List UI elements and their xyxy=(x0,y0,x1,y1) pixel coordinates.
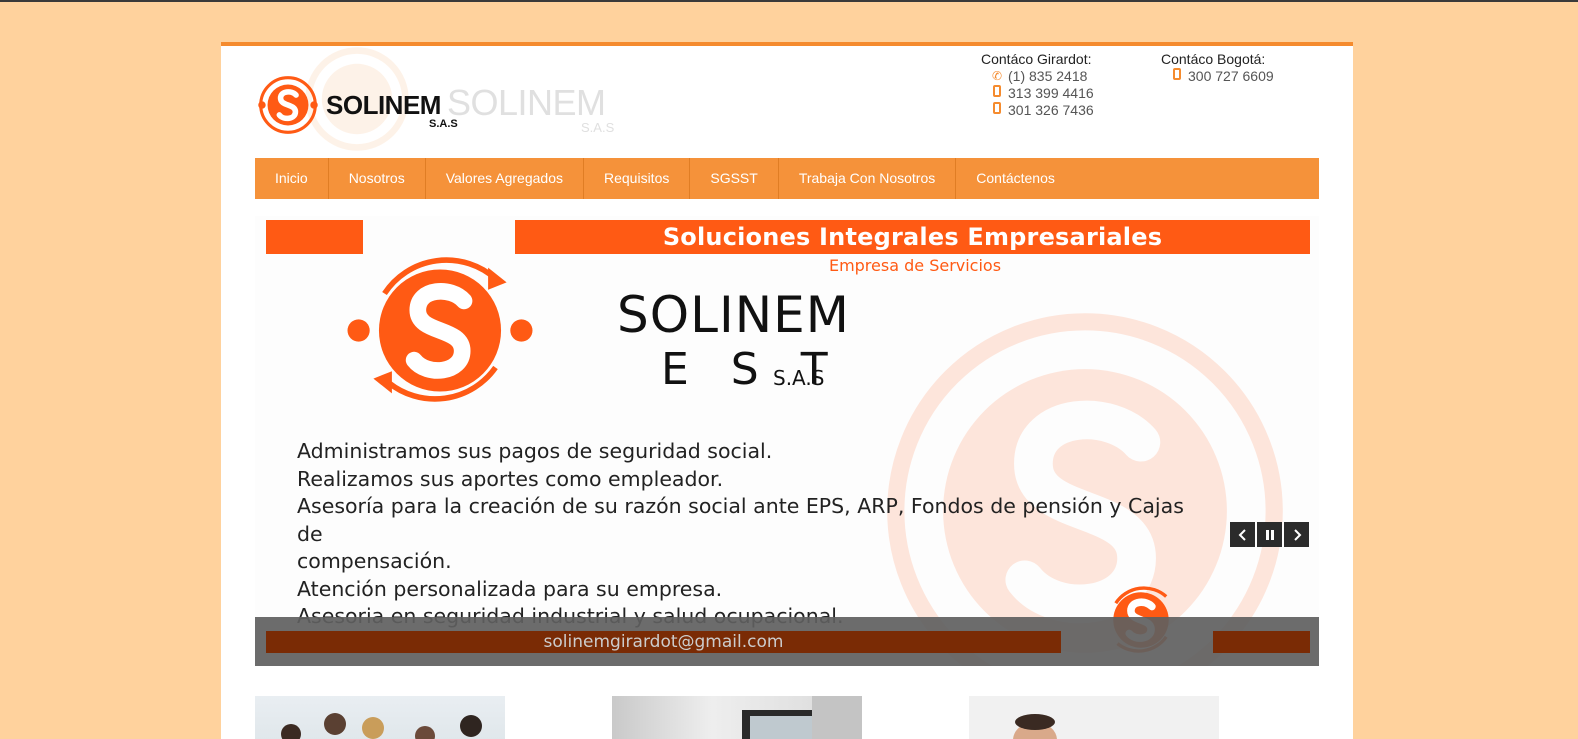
site-logo[interactable]: SOLINEM S.A.S SOLINEM S.A.S xyxy=(257,47,627,151)
feature-thumbnail-office[interactable] xyxy=(612,696,862,739)
logo-name: SOLINEM xyxy=(326,90,441,120)
contact-title: Contáco Bogotá: xyxy=(1161,51,1266,67)
phone-icon: ✆ xyxy=(991,69,1003,83)
nav-item-inicio[interactable]: Inicio xyxy=(255,158,329,199)
solinem-logo-icon xyxy=(347,257,533,402)
phone-number: 301 326 7436 xyxy=(1008,102,1094,118)
contact-girardot: Contáco Girardot: ✆ (1) 835 2418 313 399… xyxy=(981,51,1094,119)
nav-item-contactenos[interactable]: Contáctenos xyxy=(956,158,1075,199)
chevron-right-icon xyxy=(1293,528,1301,541)
person-photo-icon xyxy=(1013,714,1057,739)
list-item: Administramos sus pagos de seguridad soc… xyxy=(297,439,773,463)
main-nav: Inicio Nosotros Valores Agregados Requis… xyxy=(255,158,1319,199)
contact-phone-row[interactable]: 301 326 7436 xyxy=(981,102,1094,119)
contact-title: Contáco Girardot: xyxy=(981,51,1092,67)
slide-headline: Soluciones Integrales Empresariales xyxy=(515,220,1310,254)
contact-phone-row[interactable]: ✆ (1) 835 2418 xyxy=(981,68,1094,85)
logo-shadow-suffix: S.A.S xyxy=(581,120,615,135)
list-item: Realizamos sus aportes como empleador. xyxy=(297,466,724,491)
team-photo-icon xyxy=(281,713,482,739)
slider-controls xyxy=(1230,522,1309,547)
nav-item-nosotros[interactable]: Nosotros xyxy=(329,158,426,199)
office-photo-icon xyxy=(742,696,862,739)
phone-number: 300 727 6609 xyxy=(1188,68,1274,84)
list-item: compensación. xyxy=(297,549,452,573)
chevron-left-icon xyxy=(1238,528,1246,541)
slide-caption-bar: solinemgirardot@gmail.com xyxy=(255,617,1319,666)
logo-shadow-name: SOLINEM xyxy=(447,82,606,123)
mobile-icon xyxy=(991,102,1003,119)
slider-next-button[interactable] xyxy=(1284,522,1309,547)
solinem-logo-icon xyxy=(258,76,318,134)
page-container: SOLINEM S.A.S SOLINEM S.A.S Contáco Gira… xyxy=(221,42,1353,739)
phone-number: 313 399 4416 xyxy=(1008,85,1094,101)
list-item: Asesoría para la creación de su razón so… xyxy=(297,494,1184,546)
contact-phone-row[interactable]: 300 727 6609 xyxy=(1161,68,1274,85)
slider-pause-button[interactable] xyxy=(1257,522,1282,547)
nav-item-sgsst[interactable]: SGSST xyxy=(690,158,779,199)
slide-subheadline: Empresa de Servicios xyxy=(828,256,1002,275)
slide-brand-suffix: S.A.S xyxy=(773,366,825,390)
slider-prev-button[interactable] xyxy=(1230,522,1255,547)
mobile-icon xyxy=(991,85,1003,102)
list-item: Atención personalizada para su empresa. xyxy=(297,576,723,601)
feature-thumbnail-person[interactable] xyxy=(969,696,1219,739)
slide-email: solinemgirardot@gmail.com xyxy=(266,631,1061,653)
contact-phone-row[interactable]: 313 399 4416 xyxy=(981,85,1094,102)
phone-number: (1) 835 2418 xyxy=(1008,68,1088,84)
mobile-icon xyxy=(1171,68,1183,85)
slide-footer-bar-right xyxy=(1213,631,1310,653)
contact-bogota: Contáco Bogotá: 300 727 6609 xyxy=(1161,51,1274,85)
nav-item-requisitos[interactable]: Requisitos xyxy=(584,158,691,199)
slide-service-list: Administramos sus pagos de seguridad soc… xyxy=(297,438,1197,631)
window-top-border xyxy=(0,0,1578,2)
hero-slider[interactable]: Soluciones Integrales Empresariales Empr… xyxy=(255,216,1319,666)
slide-brand: SOLINEM xyxy=(617,286,850,344)
nav-item-valores-agregados[interactable]: Valores Agregados xyxy=(426,158,584,199)
pause-icon xyxy=(1265,529,1274,540)
feature-thumbnail-team[interactable] xyxy=(255,696,505,739)
nav-item-trabaja-con-nosotros[interactable]: Trabaja Con Nosotros xyxy=(779,158,957,199)
